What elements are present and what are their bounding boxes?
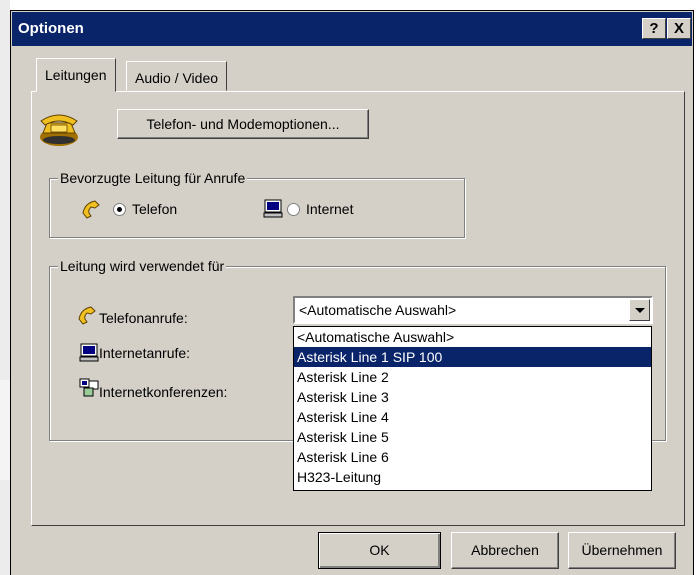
ok-button[interactable]: OK: [318, 532, 441, 569]
preferred-line-group: Bevorzugte Leitung für Anrufe: [49, 170, 465, 238]
window-title: Optionen: [18, 20, 84, 37]
preferred-line-legend: Bevorzugte Leitung für Anrufe: [58, 170, 248, 186]
radio-internet[interactable]: [287, 203, 300, 216]
phone-calls-combobox[interactable]: <Automatische Auswahl>: [293, 296, 653, 324]
help-button[interactable]: ?: [642, 18, 666, 39]
radio-internet-label: Internet: [306, 201, 354, 217]
dropdown-option[interactable]: Asterisk Line 2: [294, 367, 651, 387]
line-dropdown-list[interactable]: <Automatische Auswahl> Asterisk Line 1 S…: [293, 326, 652, 491]
tab-leitungen[interactable]: Leitungen: [36, 58, 116, 92]
background-left: [0, 0, 10, 575]
computer-icon: [263, 198, 283, 221]
dropdown-option[interactable]: H323-Leitung: [294, 467, 651, 487]
handset-icon: [81, 199, 103, 222]
internet-calls-label: Internetanrufe:: [99, 345, 191, 361]
dropdown-option[interactable]: Asterisk Line 5: [294, 427, 651, 447]
close-button[interactable]: X: [667, 18, 691, 39]
dropdown-option[interactable]: Asterisk Line 6: [294, 447, 651, 467]
conference-icon: [79, 378, 99, 401]
chevron-down-icon[interactable]: [629, 299, 650, 321]
background-left-lower: [0, 380, 10, 480]
radio-telefon[interactable]: [113, 203, 126, 216]
dropdown-option[interactable]: Asterisk Line 4: [294, 407, 651, 427]
phone-calls-label: Telefonanrufe:: [99, 310, 188, 326]
internet-conferences-label: Internetkonferenzen:: [99, 384, 228, 400]
dropdown-option[interactable]: <Automatische Auswahl>: [294, 327, 651, 347]
title-bar[interactable]: Optionen ? X: [12, 12, 692, 46]
phone-modem-options-button[interactable]: Telefon- und Modemoptionen...: [117, 109, 369, 139]
cancel-button[interactable]: Abbrechen: [451, 532, 559, 569]
line-usage-legend: Leitung wird verwendet für: [58, 258, 227, 274]
combo-value: <Automatische Auswahl>: [299, 302, 457, 318]
handset-icon: [77, 305, 99, 328]
computer-icon: [79, 342, 99, 365]
apply-button[interactable]: Übernehmen: [568, 532, 676, 569]
radio-telefon-label: Telefon: [132, 201, 178, 217]
tab-audio-video[interactable]: Audio / Video: [126, 61, 228, 91]
dropdown-option-selected[interactable]: Asterisk Line 1 SIP 100: [294, 347, 651, 367]
telephone-icon: [37, 107, 81, 152]
dropdown-option[interactable]: Asterisk Line 3: [294, 387, 651, 407]
